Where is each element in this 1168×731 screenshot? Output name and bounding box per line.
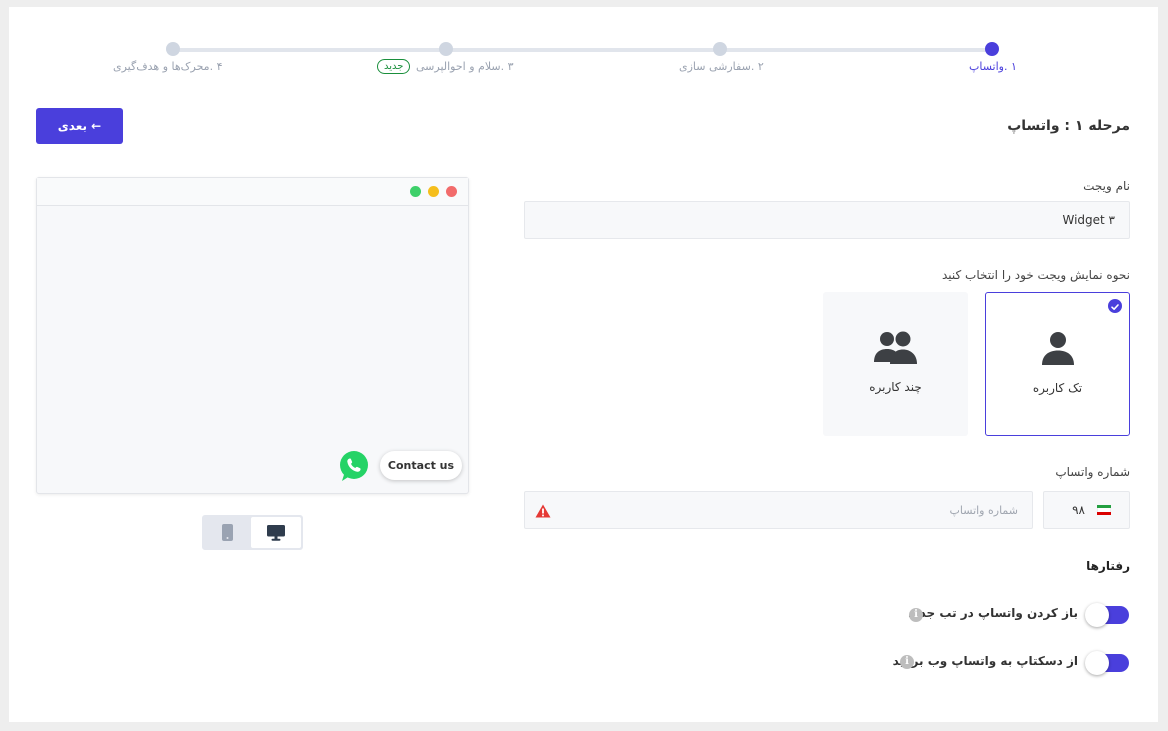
mode-label-multi: چند کاربره (869, 380, 922, 394)
stepper-track (173, 48, 993, 52)
step-3-label[interactable]: ۳ .سلام و احوالپرسی (416, 60, 514, 73)
step-1-dot[interactable] (985, 42, 999, 56)
step-1-label[interactable]: ۱ .واتساپ (969, 60, 1017, 73)
single-user-icon (1040, 331, 1076, 369)
step-4-label[interactable]: ۴ .محرک‌ها و هدف‌گیری (113, 60, 223, 73)
page: ۱ .واتساپ ۲ .سفارشی سازی ۳ .سلام و احوال… (9, 7, 1158, 722)
multi-user-icon (873, 330, 918, 368)
warning-icon (535, 503, 551, 522)
page-title: مرحله ۱ : واتساپ (1007, 118, 1130, 134)
window-dot-green (410, 186, 421, 197)
toggle-label-desktop-web: از دسکتاپ به واتساپ وب بروید (892, 654, 1078, 668)
mobile-preview-button[interactable] (204, 517, 251, 548)
preview-window-bar (37, 178, 468, 206)
widget-name-input[interactable] (524, 201, 1130, 239)
contact-us-button[interactable]: Contact us (380, 451, 462, 480)
info-icon[interactable]: i (900, 655, 914, 669)
country-code: ۹۸ (1072, 503, 1085, 517)
window-dot-yellow (428, 186, 439, 197)
desktop-preview-button[interactable] (251, 517, 301, 548)
widget-name-label: نام ویجت (1083, 179, 1130, 193)
mobile-icon (222, 524, 233, 541)
toggle-label-open-new-tab: باز کردن واتساپ در تب جدید (908, 606, 1078, 620)
widget-preview: Contact us (36, 177, 469, 494)
toggle-open-new-tab[interactable] (1085, 603, 1129, 627)
phone-input[interactable] (524, 491, 1033, 529)
behaviors-title: رفتارها (1086, 559, 1130, 573)
mode-card-single-user[interactable]: تک کاربره (985, 292, 1130, 436)
step-2-dot[interactable] (713, 42, 727, 56)
mode-card-multi-user[interactable]: چند کاربره (823, 292, 968, 436)
display-mode-label: نحوه نمایش ویجت خود را انتخاب کنید (941, 268, 1130, 282)
step-2-label[interactable]: ۲ .سفارشی سازی (679, 60, 764, 73)
next-button[interactable]: بعدی ← (36, 108, 123, 144)
toggle-desktop-web[interactable] (1085, 651, 1129, 675)
window-dot-red (446, 186, 457, 197)
step-3-dot[interactable] (439, 42, 453, 56)
whatsapp-icon[interactable] (338, 450, 370, 486)
desktop-icon (267, 525, 285, 541)
country-code-select[interactable]: ۹۸ (1043, 491, 1130, 529)
info-icon[interactable]: i (909, 608, 923, 622)
phone-label: شماره واتساپ (1055, 465, 1130, 479)
device-switch (202, 515, 303, 550)
mode-label-single: تک کاربره (1032, 381, 1083, 395)
iran-flag-icon (1097, 505, 1111, 515)
new-badge: جدید (377, 59, 411, 74)
check-icon (1108, 299, 1122, 313)
step-4-dot[interactable] (166, 42, 180, 56)
